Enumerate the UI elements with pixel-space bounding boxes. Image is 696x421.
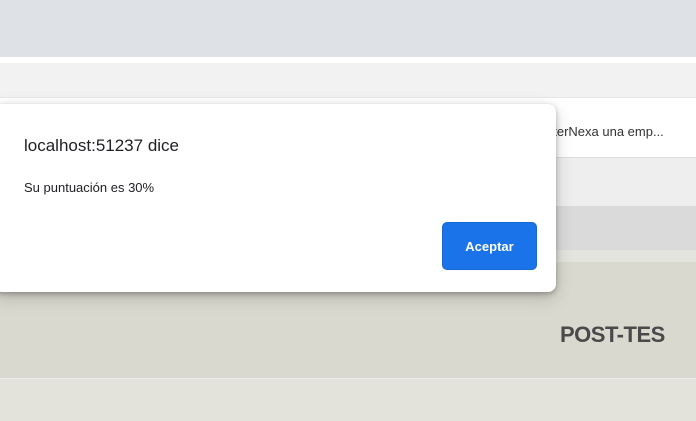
screen: nterNexa una emp... POST-TES localhost:5… bbox=[0, 0, 696, 421]
browser-address-bar[interactable] bbox=[0, 63, 696, 98]
page-content-area bbox=[0, 378, 696, 421]
alert-dialog-message: Su puntuación es 30% bbox=[24, 180, 155, 195]
page-title: POST-TES bbox=[560, 322, 665, 347]
accept-button[interactable]: Aceptar bbox=[442, 222, 537, 270]
browser-tab-strip bbox=[0, 0, 696, 57]
alert-dialog-title: localhost:51237 dice bbox=[24, 136, 180, 155]
header-description-text: nterNexa una emp... bbox=[546, 124, 664, 139]
alert-dialog: localhost:51237 dice Su puntuación es 30… bbox=[0, 104, 556, 292]
